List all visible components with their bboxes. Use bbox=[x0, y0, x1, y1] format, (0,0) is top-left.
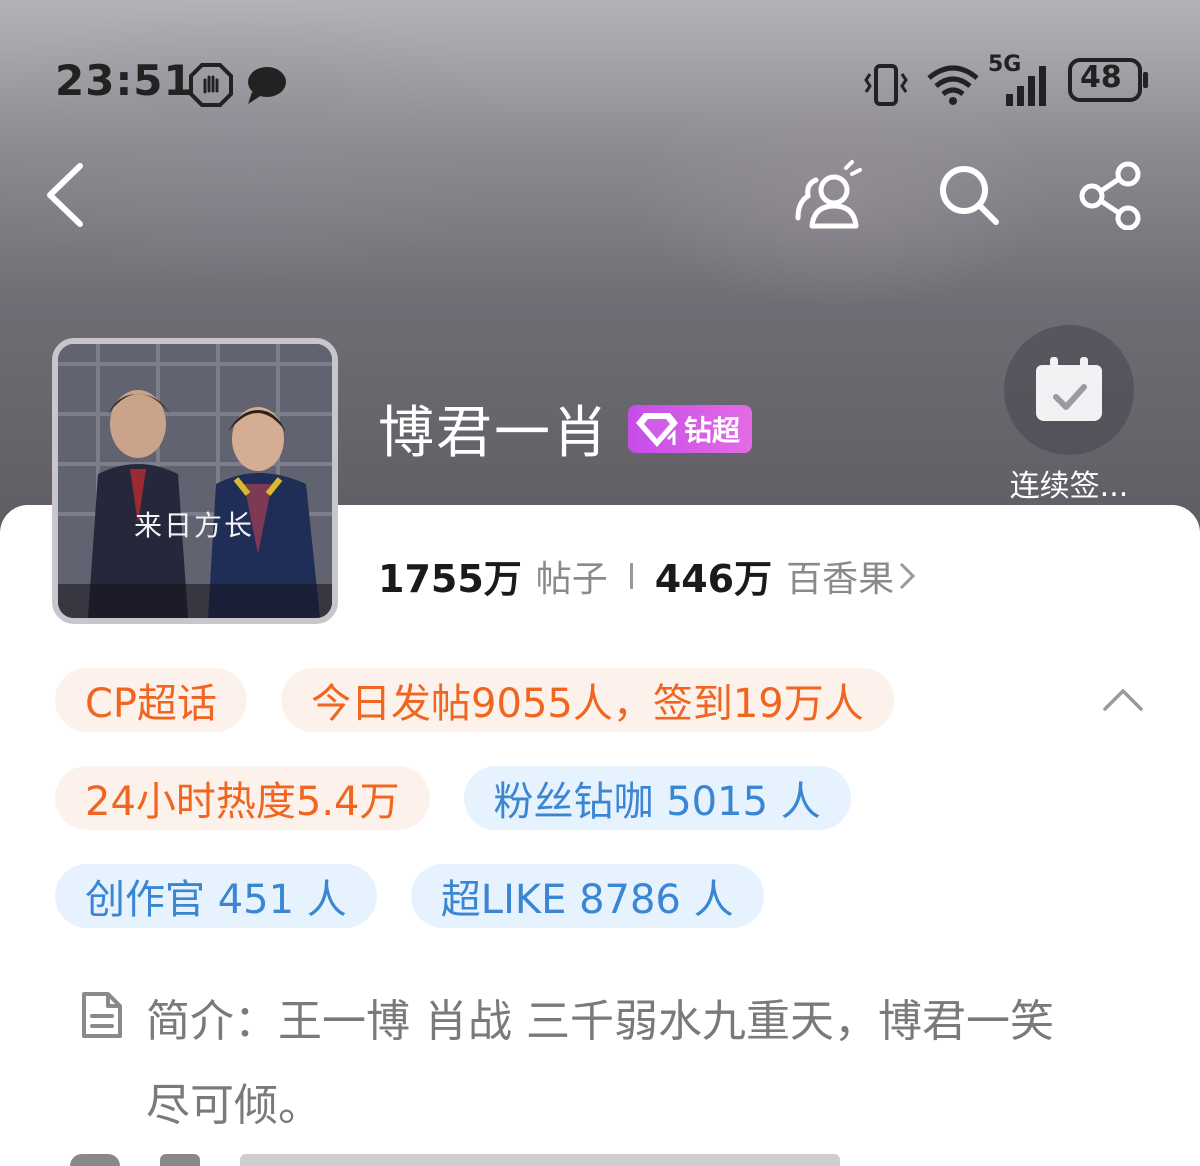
vibrate-icon bbox=[862, 62, 910, 112]
topic-tags: CP超话 今日发帖9055人，签到19万人 24小时热度5.4万 粉丝钻咖 50… bbox=[55, 668, 1155, 962]
avatar-caption: 来日方长 bbox=[134, 509, 255, 542]
tag-row: CP超话 今日发帖9055人，签到19万人 bbox=[55, 668, 1155, 732]
chevron-left-icon bbox=[47, 163, 83, 227]
topic-stats: 1755万 帖子 446万 百香果 bbox=[378, 548, 916, 603]
text-fragment bbox=[240, 1154, 840, 1166]
tag-daily-activity[interactable]: 今日发帖9055人，签到19万人 bbox=[281, 668, 894, 732]
chevron-right-icon[interactable] bbox=[898, 561, 916, 591]
checkin-button[interactable]: 连续签... bbox=[1004, 325, 1134, 504]
text-fragment bbox=[160, 1154, 200, 1166]
chat-bubble-icon bbox=[244, 62, 288, 110]
calendar-check-icon bbox=[1036, 357, 1102, 421]
tag-cp-topic[interactable]: CP超话 bbox=[55, 668, 248, 732]
avatar bbox=[70, 1154, 120, 1166]
chevron-up-icon bbox=[1103, 688, 1143, 711]
topic-avatar-image bbox=[58, 344, 332, 618]
diamond-icon bbox=[636, 412, 678, 447]
topic-title: 博君一肖 bbox=[378, 401, 610, 466]
group-chat-icon bbox=[795, 160, 862, 229]
collapse-tags-button[interactable] bbox=[1091, 668, 1155, 732]
share-icon bbox=[1079, 161, 1141, 230]
share-button[interactable] bbox=[1066, 150, 1156, 240]
topic-intro: 简介：王一博 肖战 三千弱水九重天，博君一笑尽可倾。 bbox=[80, 980, 1080, 1148]
tag-heat[interactable]: 24小时热度5.4万 bbox=[55, 766, 430, 830]
diamond-badge[interactable]: 钻超 bbox=[628, 404, 753, 453]
group-chat-button[interactable] bbox=[782, 150, 872, 240]
status-time: 23:51 bbox=[55, 56, 194, 105]
badge-label: 钻超 bbox=[684, 413, 741, 447]
tag-row: 创作官 451 人 超LIKE 8786 人 bbox=[55, 864, 1155, 928]
battery-level: 48 bbox=[1080, 60, 1122, 95]
hand-stop-icon bbox=[188, 62, 234, 112]
search-icon bbox=[940, 166, 999, 225]
tag-row: 24小时热度5.4万 粉丝钻咖 5015 人 bbox=[55, 766, 1155, 830]
topic-avatar[interactable]: 来日方长 bbox=[52, 338, 338, 624]
checkin-label: 连续签... bbox=[1009, 469, 1129, 504]
fans-label[interactable]: 百香果 bbox=[786, 550, 894, 602]
document-icon bbox=[82, 992, 122, 1038]
tag-fan-diamond[interactable]: 粉丝钻咖 5015 人 bbox=[463, 766, 851, 830]
tag-creators[interactable]: 创作官 451 人 bbox=[55, 864, 377, 928]
posts-count: 1755万 bbox=[378, 557, 522, 601]
intro-text: 简介：王一博 肖战 三千弱水九重天，博君一笑尽可倾。 bbox=[146, 996, 1054, 1131]
posts-label: 帖子 bbox=[535, 558, 608, 600]
fans-count[interactable]: 446万 bbox=[655, 548, 772, 603]
tag-super-like[interactable]: 超LIKE 8786 人 bbox=[410, 864, 764, 928]
signal-icon bbox=[1002, 62, 1052, 112]
wifi-icon bbox=[925, 62, 981, 112]
topic-title-row: 博君一肖 钻超 bbox=[378, 388, 753, 469]
search-button[interactable] bbox=[924, 150, 1014, 240]
stats-divider bbox=[629, 562, 633, 589]
back-button[interactable] bbox=[20, 150, 110, 240]
checkin-circle bbox=[1004, 325, 1134, 455]
top-nav-bar bbox=[0, 150, 1200, 250]
status-bar: 23:51 5G 48 bbox=[0, 40, 1200, 120]
next-post-preview bbox=[70, 1154, 1070, 1166]
